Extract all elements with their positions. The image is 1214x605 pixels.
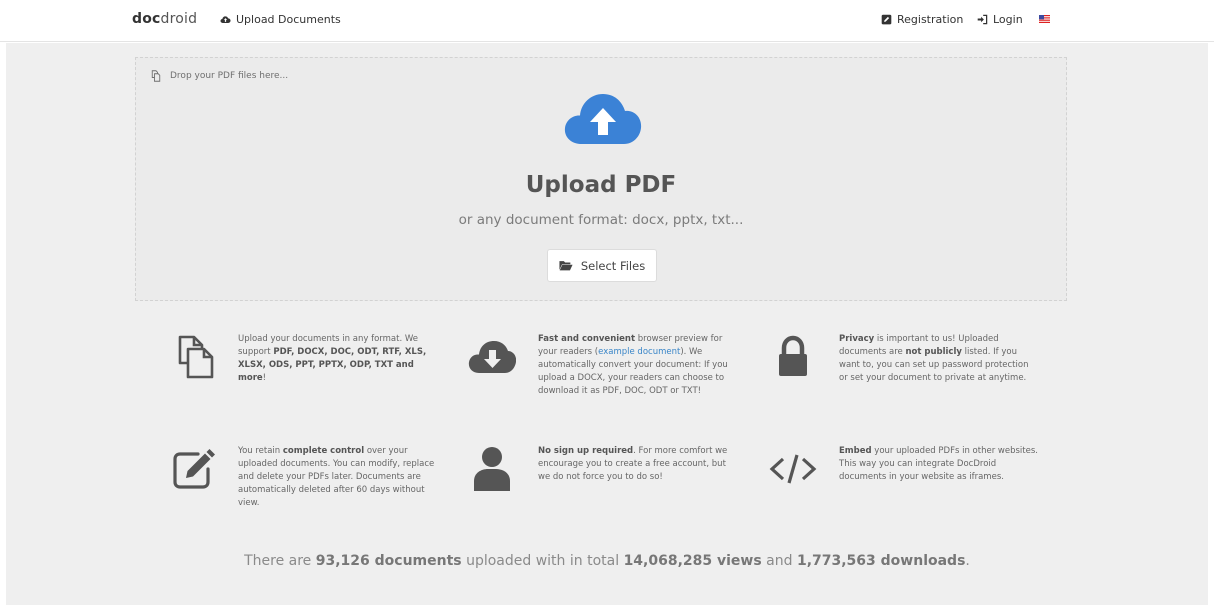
main-content: Drop your PDF files here... Upload PDF o… — [6, 43, 1208, 605]
cloud-download-icon — [468, 341, 516, 373]
nav-registration-label: Registration — [897, 13, 964, 26]
copy-icon — [178, 335, 214, 379]
drop-hint: Drop your PDF files here... — [150, 70, 288, 82]
stats-line: There are 93,126 documents uploaded with… — [6, 553, 1208, 569]
folder-open-icon — [559, 261, 573, 271]
select-files-button[interactable]: Select Files — [547, 249, 657, 282]
upload-subtitle: or any document format: docx, pptx, txt.… — [458, 212, 744, 228]
feature-text-bold: complete control — [282, 446, 365, 456]
nav-registration[interactable]: Registration — [881, 13, 963, 26]
brand-logo[interactable]: docdroid — [132, 11, 197, 27]
upload-dropzone[interactable]: Drop your PDF files here... Upload PDF o… — [135, 57, 1067, 301]
nav-upload-documents[interactable]: Upload Documents — [220, 13, 341, 26]
feature-text-part: ! — [262, 373, 267, 383]
stats-suffix: . — [965, 553, 970, 569]
feature-text: Embed your uploaded PDFs in other websit… — [839, 445, 1039, 484]
top-navbar: docdroid Upload Documents Registration L… — [0, 0, 1214, 42]
sign-in-icon — [977, 14, 988, 25]
feature-text: No sign up required. For more comfort we… — [538, 445, 738, 484]
stats-views: 14,068,285 views — [623, 553, 762, 569]
example-document-link[interactable]: example document — [598, 347, 680, 357]
select-files-label: Select Files — [580, 258, 646, 273]
feature-text-bold: Privacy — [839, 334, 875, 344]
code-icon — [769, 454, 817, 484]
feature-text-bold: Embed — [839, 446, 872, 456]
user-icon — [474, 447, 510, 491]
upload-title: Upload PDF — [525, 172, 677, 198]
feature-text: Upload your documents in any format. We … — [238, 333, 438, 385]
feature-text-bold: not publicly — [905, 347, 962, 357]
edit-icon — [173, 449, 215, 489]
edit-square-icon — [881, 14, 892, 25]
copy-icon — [151, 70, 161, 82]
stats-documents: 93,126 documents — [315, 553, 462, 569]
nav-login[interactable]: Login — [977, 13, 1023, 26]
feature-text: Privacy is important to us! Uploaded doc… — [839, 333, 1039, 385]
drop-hint-text: Drop your PDF files here... — [170, 71, 289, 81]
feature-text-bold: No sign up required — [538, 446, 634, 456]
cloud-upload-icon — [220, 16, 231, 23]
feature-text: Fast and convenient browser preview for … — [538, 333, 738, 398]
feature-text: You retain complete control over your up… — [238, 445, 438, 510]
stats-prefix: There are — [244, 553, 316, 569]
feature-text-bold: Fast and convenient — [538, 334, 636, 344]
stats-downloads: 1,773,563 downloads — [796, 553, 966, 569]
feature-text-part: You retain — [238, 446, 283, 456]
stats-mid2: and — [761, 553, 797, 569]
cloud-upload-icon — [564, 94, 642, 144]
nav-upload-label: Upload Documents — [236, 13, 341, 26]
stats-mid1: uploaded with in total — [461, 553, 624, 569]
us-flag-icon[interactable] — [1039, 15, 1050, 23]
nav-login-label: Login — [993, 13, 1023, 26]
lock-icon — [779, 335, 807, 376]
